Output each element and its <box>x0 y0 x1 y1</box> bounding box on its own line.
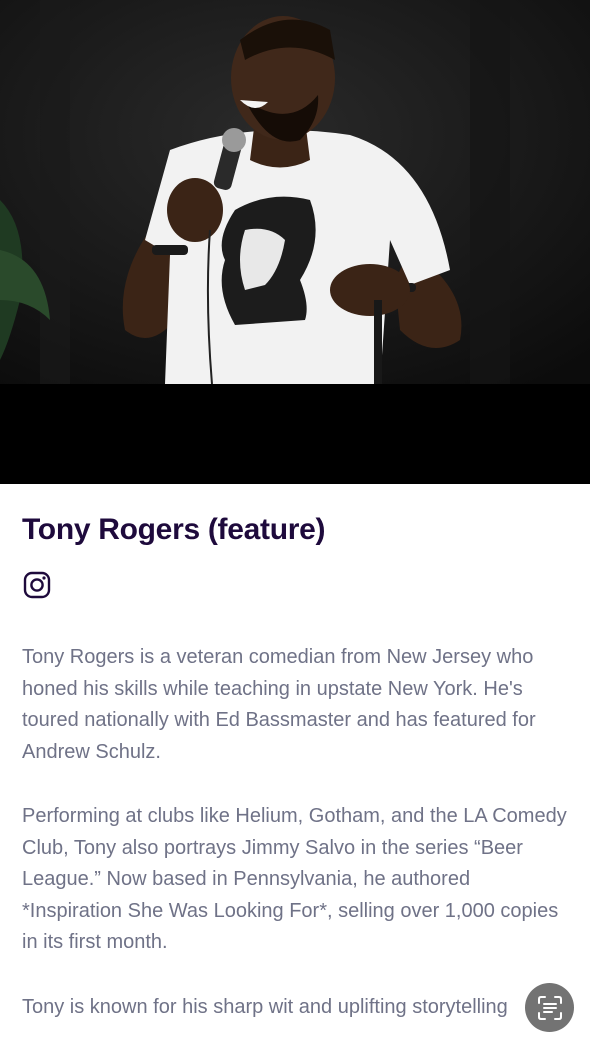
scan-text-button[interactable] <box>525 983 574 1032</box>
instagram-icon[interactable] <box>22 570 52 600</box>
performer-name: Tony Rogers (feature) <box>22 513 326 546</box>
performer-photo-art <box>0 0 590 484</box>
performer-details: Tony Rogers (feature) Tony Rogers is a v… <box>22 484 570 1023</box>
performer-bio: Tony Rogers is a veteran comedian from N… <box>22 642 570 1023</box>
scan-text-icon <box>537 995 562 1020</box>
performer-photo <box>0 0 590 484</box>
bio-paragraph: Tony is known for his sharp wit and upli… <box>22 995 508 1018</box>
bio-paragraph: Tony Rogers is a veteran comedian from N… <box>22 646 536 763</box>
bio-paragraph: Performing at clubs like Helium, Gotham,… <box>22 805 567 953</box>
